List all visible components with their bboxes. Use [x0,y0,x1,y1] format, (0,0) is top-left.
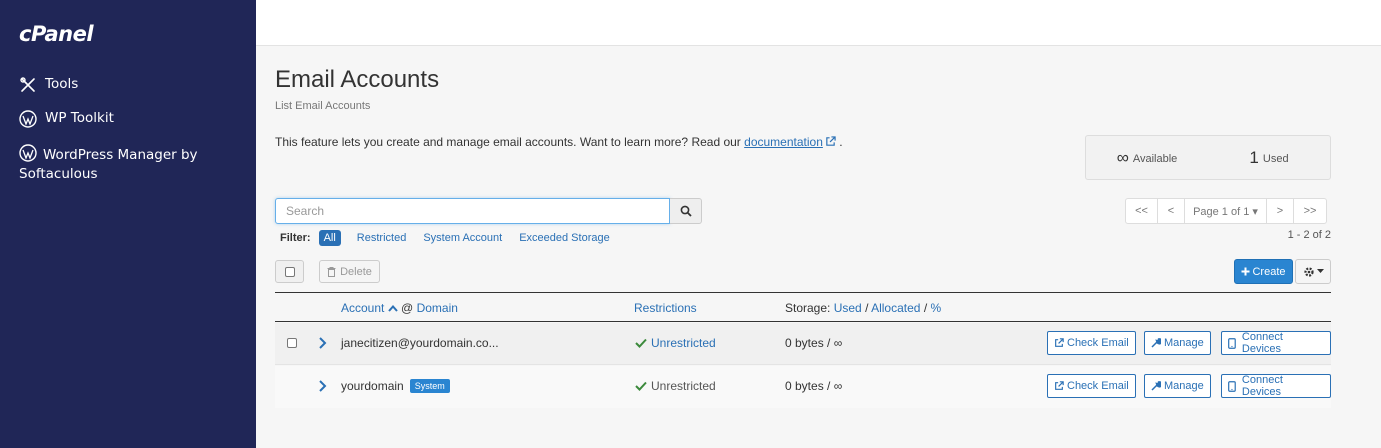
sort-domain-link[interactable]: Domain [417,301,458,315]
external-link-icon [826,136,836,146]
system-badge: System [409,379,450,393]
wordpress-icon [19,144,37,162]
page-title: Email Accounts [275,66,440,93]
main-content: Email Accounts List Email Accounts This … [256,46,1381,448]
available-stat: ∞ Available [1116,147,1178,167]
trash-icon [327,266,336,277]
restriction-status[interactable]: Unrestricted [635,336,716,350]
check-icon [635,381,647,391]
filter-restricted[interactable]: Restricted [357,232,407,244]
used-stat: 1 Used [1249,147,1289,167]
wordpress-icon [19,110,37,128]
last-page-button[interactable]: >> [1293,198,1327,224]
account-stats: ∞ Available 1 Used [1085,135,1331,180]
account-name: yourdomain [341,379,404,393]
results-range: 1 - 2 of 2 [1287,229,1331,241]
table-row: yourdomain System Unrestricted 0 bytes / … [275,366,1331,408]
sidebar-item-label: WP Toolkit [45,110,114,126]
plus-icon [1241,267,1250,276]
account-name: janecitizen@yourdomain.co... [341,336,499,350]
wrench-icon [1151,381,1161,391]
filter-system-account[interactable]: System Account [423,232,502,244]
prev-page-button[interactable]: < [1157,198,1185,224]
sidebar: cPanel Tools WP Toolkit WordPress Manage… [0,0,256,448]
sidebar-item-wp-toolkit[interactable]: WP Toolkit [19,109,239,128]
chevron-right-icon[interactable] [318,336,328,350]
check-email-button[interactable]: Check Email [1047,374,1136,398]
connect-devices-button[interactable]: Connect Devices [1221,374,1331,398]
sidebar-item-label: WordPress Manager by Softaculous [19,147,198,182]
select-all-checkbox[interactable] [275,260,304,283]
search-button[interactable] [670,198,702,224]
check-icon [635,338,647,348]
filter-all[interactable]: All [318,230,341,246]
first-page-button[interactable]: << [1125,198,1158,224]
top-bar [256,0,1381,46]
cpanel-logo[interactable]: cPanel [19,22,94,46]
mobile-icon [1228,380,1236,392]
caret-down-icon [1316,269,1324,273]
intro-text: This feature lets you create and manage … [275,135,843,149]
manage-button[interactable]: Manage [1144,374,1211,398]
table-row: janecitizen@yourdomain.co... Unrestricte… [275,323,1331,365]
sort-percent-link[interactable]: % [931,301,942,315]
row-checkbox[interactable] [287,338,297,348]
chevron-right-icon[interactable] [318,379,328,393]
sort-used-link[interactable]: Used [834,301,862,315]
mobile-icon [1228,337,1236,349]
wrench-icon [1151,338,1161,348]
connect-devices-button[interactable]: Connect Devices [1221,331,1331,355]
search-icon [680,205,692,217]
sidebar-item-tools[interactable]: Tools [19,75,239,94]
filter-bar: Filter: All Restricted System Account Ex… [280,230,627,246]
table-header: Account @ Domain Restrictions Storage: U… [275,292,1331,322]
external-link-icon [1055,338,1064,347]
sort-up-icon [387,304,398,312]
restriction-status: Unrestricted [635,379,716,393]
page-select[interactable]: Page 1 of 1 ▾ [1184,198,1267,224]
manage-button[interactable]: Manage [1144,331,1211,355]
settings-dropdown-button[interactable] [1295,259,1331,284]
sidebar-item-label: Tools [45,76,79,92]
sort-restrictions-link[interactable]: Restrictions [634,301,697,315]
tools-icon [20,77,35,92]
filter-exceeded-storage[interactable]: Exceeded Storage [519,232,610,244]
filter-label: Filter: [280,232,311,244]
gear-icon [1303,266,1314,277]
email-accounts-table: Account @ Domain Restrictions Storage: U… [275,292,1331,408]
storage-value: 0 bytes / ∞ [785,336,843,350]
external-link-icon [1055,381,1064,390]
page-subtitle: List Email Accounts [275,100,371,112]
next-page-button[interactable]: > [1266,198,1294,224]
sidebar-item-wordpress-manager[interactable]: WordPress Manager by Softaculous [19,143,239,184]
create-button[interactable]: Create [1234,259,1293,284]
sort-account-link[interactable]: Account [341,301,384,315]
sort-allocated-link[interactable]: Allocated [871,301,920,315]
storage-value: 0 bytes / ∞ [785,379,843,393]
documentation-link[interactable]: documentation [744,135,823,149]
delete-button[interactable]: Delete [319,260,380,283]
search-bar [275,198,702,224]
pagination: << < Page 1 of 1 ▾ > >> [1125,198,1327,224]
check-email-button[interactable]: Check Email [1047,331,1136,355]
search-input[interactable] [275,198,670,224]
